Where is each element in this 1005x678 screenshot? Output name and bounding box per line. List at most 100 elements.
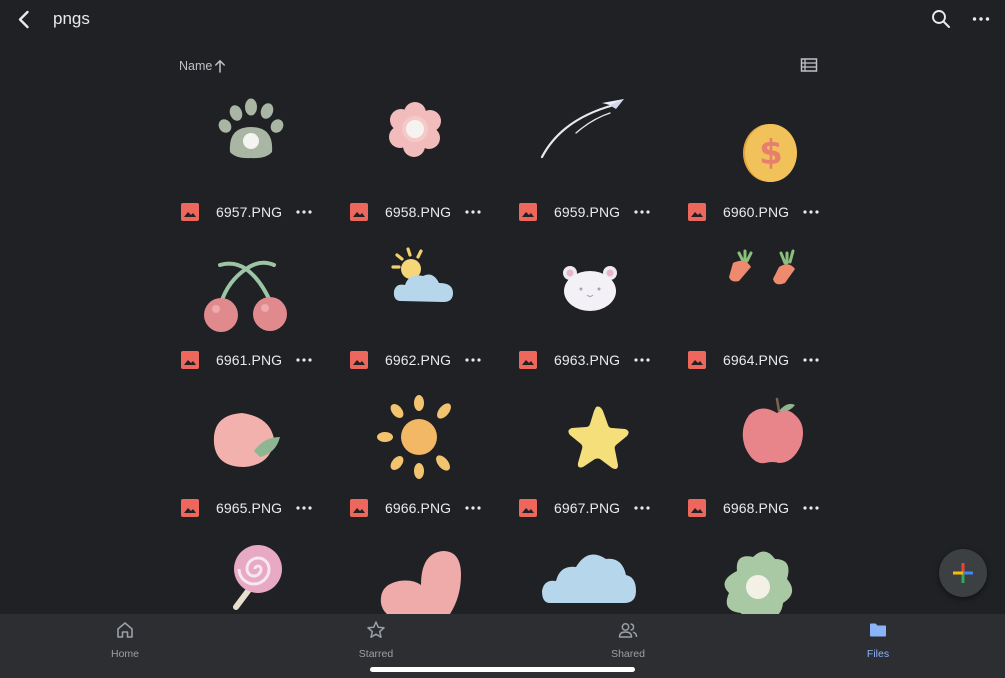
file-info-row: 6964.PNG [686, 348, 836, 372]
more-horizontal-icon [634, 506, 650, 510]
file-more-button[interactable] [631, 202, 653, 222]
file-thumbnail [532, 245, 652, 341]
file-thumbnail [532, 541, 652, 614]
file-thumbnail [701, 393, 821, 489]
file-thumbnail [194, 541, 314, 614]
nav-label-shared: Shared [611, 648, 645, 660]
file-more-button[interactable] [800, 498, 822, 518]
file-card[interactable] [179, 536, 329, 614]
file-info-row: 6959.PNG [517, 200, 667, 224]
more-horizontal-icon [465, 358, 481, 362]
file-name: 6961.PNG [216, 352, 283, 368]
file-name: 6965.PNG [216, 500, 283, 516]
more-horizontal-icon [803, 506, 819, 510]
file-card[interactable]: 6968.PNG [686, 388, 836, 528]
bear-face-icon [563, 266, 617, 311]
nav-tab-files[interactable]: Files [818, 620, 938, 664]
more-horizontal-icon [465, 210, 481, 214]
file-more-button[interactable] [800, 202, 822, 222]
image-file-icon [350, 351, 368, 369]
more-horizontal-icon [296, 358, 312, 362]
paper-plane-icon [540, 99, 624, 159]
file-card[interactable]: 6962.PNG [348, 240, 498, 380]
list-view-icon [800, 58, 818, 72]
file-more-button[interactable] [462, 202, 484, 222]
sort-by-name-button[interactable]: Name [179, 57, 226, 75]
apple-icon [742, 397, 803, 464]
file-more-button[interactable] [800, 350, 822, 370]
file-card[interactable]: $ 6960.PNG [686, 92, 836, 232]
file-card[interactable] [348, 536, 498, 614]
cloud-icon [542, 554, 636, 603]
file-more-button[interactable] [631, 498, 653, 518]
folder-title: pngs [53, 9, 90, 28]
file-info-row: 6962.PNG [348, 348, 498, 372]
more-horizontal-icon [296, 210, 312, 214]
paw-icon [218, 98, 284, 159]
more-horizontal-icon [972, 17, 990, 21]
file-thumbnail [194, 393, 314, 489]
file-thumbnail [532, 393, 652, 489]
file-thumbnail [363, 97, 483, 193]
image-file-icon [688, 203, 706, 221]
file-card[interactable] [686, 536, 836, 614]
svg-text:$: $ [759, 133, 783, 173]
image-file-icon [181, 203, 199, 221]
file-name: 6968.PNG [723, 500, 790, 516]
file-thumbnail [532, 97, 652, 193]
file-info-row: 6963.PNG [517, 348, 667, 372]
file-info-row: 6960.PNG [686, 200, 836, 224]
file-name: 6962.PNG [385, 352, 452, 368]
new-item-button[interactable] [939, 549, 987, 597]
more-horizontal-icon [296, 506, 312, 510]
file-card[interactable]: 6961.PNG [179, 240, 329, 380]
file-card[interactable] [517, 536, 667, 614]
file-name: 6963.PNG [554, 352, 621, 368]
file-more-button[interactable] [293, 202, 315, 222]
file-info-row: 6958.PNG [348, 200, 498, 224]
file-name: 6958.PNG [385, 204, 452, 220]
nav-tab-starred[interactable]: Starred [316, 620, 436, 664]
back-button[interactable] [12, 8, 36, 32]
file-thumbnail [363, 393, 483, 489]
flower-icon [389, 102, 441, 157]
file-thumbnail [363, 541, 483, 614]
file-more-button[interactable] [631, 350, 653, 370]
file-card[interactable]: 6958.PNG [348, 92, 498, 232]
home-indicator[interactable] [370, 667, 635, 672]
file-card[interactable]: 6964.PNG [686, 240, 836, 380]
file-more-button[interactable] [462, 498, 484, 518]
file-thumbnail [363, 245, 483, 341]
more-options-button[interactable] [970, 8, 992, 30]
plus-icon [953, 563, 973, 583]
people-icon [618, 623, 638, 638]
file-name: 6960.PNG [723, 204, 790, 220]
more-horizontal-icon [634, 358, 650, 362]
file-card[interactable]: 6963.PNG [517, 240, 667, 380]
file-grid: 6957.PNG 6958.PNG 6959.PNG $ 6960.PNG 69… [0, 80, 1005, 614]
file-info-row: 6967.PNG [517, 496, 667, 520]
sun-icon [377, 395, 451, 479]
file-card[interactable]: 6965.PNG [179, 388, 329, 528]
list-view-toggle[interactable] [799, 56, 819, 74]
search-button[interactable] [930, 8, 952, 30]
file-more-button[interactable] [462, 350, 484, 370]
nav-tab-home[interactable]: Home [65, 620, 185, 664]
file-card[interactable]: 6966.PNG [348, 388, 498, 528]
folder-icon [870, 623, 886, 637]
file-thumbnail [194, 97, 314, 193]
file-more-button[interactable] [293, 350, 315, 370]
file-name: 6964.PNG [723, 352, 790, 368]
image-file-icon [181, 351, 199, 369]
file-name: 6966.PNG [385, 500, 452, 516]
file-card[interactable]: 6957.PNG [179, 92, 329, 232]
image-file-icon [181, 499, 199, 517]
image-file-icon [519, 351, 537, 369]
chevron-left-icon [18, 10, 29, 29]
nav-tab-shared[interactable]: Shared [568, 620, 688, 664]
file-card[interactable]: 6967.PNG [517, 388, 667, 528]
more-horizontal-icon [803, 210, 819, 214]
file-card[interactable]: 6959.PNG [517, 92, 667, 232]
nav-label-starred: Starred [358, 648, 394, 660]
file-more-button[interactable] [293, 498, 315, 518]
